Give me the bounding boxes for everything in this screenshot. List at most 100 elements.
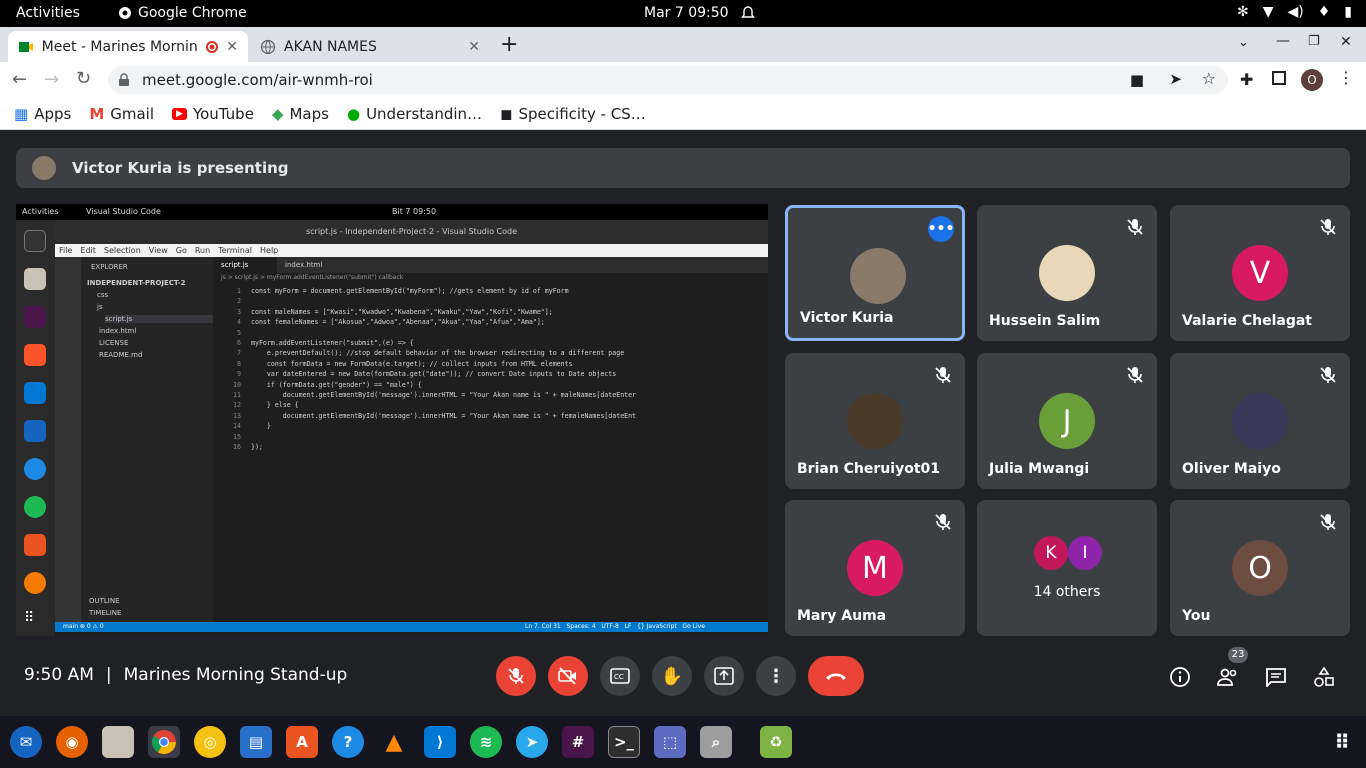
code-line: 13 document.getElementById('message').in…	[233, 411, 637, 420]
bookmark-gmail[interactable]: M Gmail	[89, 105, 154, 123]
forward-icon[interactable]: →	[44, 69, 59, 90]
chat-button[interactable]	[1264, 665, 1288, 689]
others-count: 14 others	[1033, 584, 1101, 600]
thunderbird-icon[interactable]: ✉	[10, 726, 42, 758]
code-line: 3 const maleNames = ["Kwasi","Kwadwo","Kw…	[237, 307, 553, 316]
vscode-tabs: script.js index.html	[213, 257, 768, 273]
vscode-taskbar-icon[interactable]: ⟩	[424, 726, 456, 758]
others-tile[interactable]: K I 14 others	[977, 500, 1157, 636]
tab-akan-names[interactable]: AKAN NAMES ✕	[250, 31, 490, 62]
system-clock[interactable]: Mar 7 09:50	[644, 5, 729, 21]
menu-kebab-icon[interactable]: ⋮	[1338, 68, 1354, 87]
tab-search-icon[interactable]: ⌄	[1238, 35, 1249, 50]
bookmark-maps[interactable]: ◆ Maps	[272, 105, 329, 123]
slack-taskbar-icon[interactable]: #	[562, 726, 594, 758]
site-favicon-icon: ◼	[500, 104, 513, 123]
side-panel-icon[interactable]	[1272, 71, 1286, 85]
address-bar[interactable]: meet.google.com/air-wnmh-roi ■ ➤ ☆	[108, 66, 1228, 94]
code-line: 14 }	[233, 422, 271, 431]
slack-icon	[24, 306, 46, 328]
terminal-taskbar-icon[interactable]: >_	[608, 726, 640, 758]
camera-toggle-button[interactable]	[548, 656, 588, 696]
participant-avatar: O	[1232, 540, 1288, 596]
bookmark-youtube[interactable]: ▶ YouTube	[172, 105, 254, 123]
captions-icon: CC	[610, 668, 630, 684]
code-line: 5	[237, 328, 241, 337]
meeting-details-button[interactable]	[1168, 665, 1192, 689]
screenshot-icon[interactable]: ⬚	[654, 726, 686, 758]
extensions-icon[interactable]: ✚	[1240, 70, 1253, 89]
spotify-taskbar-icon[interactable]: ≋	[470, 726, 502, 758]
participant-tile[interactable]: Oliver Maiyo	[1170, 353, 1350, 489]
profile-avatar[interactable]: O	[1301, 69, 1323, 91]
send-icon[interactable]: ➤	[1169, 70, 1182, 88]
hang-up-icon	[826, 673, 846, 680]
notification-bell-icon	[741, 6, 755, 18]
trash-icon[interactable]: ♻	[760, 726, 792, 758]
other-avatar: K	[1034, 536, 1068, 570]
restore-icon[interactable]: ❐	[1308, 34, 1320, 49]
writer-icon[interactable]: ▤	[240, 726, 272, 758]
new-tab-button[interactable]: +	[500, 32, 518, 57]
camera-indicator-icon[interactable]: ■	[1130, 71, 1144, 89]
code-line: 2	[237, 297, 241, 306]
software-center-icon[interactable]: A	[286, 726, 318, 758]
chrome-taskbar-icon[interactable]	[148, 726, 180, 758]
dock-taskbar: ✉ ◉ ◎ ▤ A ? ▲ ⟩ ≋ ➤ # >_ ⬚ ⌕ ♻ ⠿	[0, 716, 1366, 768]
mic-toggle-button[interactable]	[496, 656, 536, 696]
app-grid-icon[interactable]: ⠿	[1326, 726, 1358, 758]
leave-call-button[interactable]	[808, 656, 864, 696]
bookmark-understanding[interactable]: ● Understandin…	[347, 105, 482, 123]
battery-icon: ▮	[1344, 4, 1352, 20]
firefox-icon[interactable]: ◉	[56, 726, 88, 758]
participant-tile[interactable]: Hussein Salim	[977, 205, 1157, 341]
captions-button[interactable]: CC	[600, 656, 640, 696]
tile-options-button[interactable]: •••	[928, 216, 954, 242]
close-window-icon[interactable]: ✕	[1340, 34, 1352, 50]
participant-tile[interactable]: M Mary Auma	[785, 500, 965, 636]
shared-screen[interactable]: Activities Visual Studio Code Bit 7 09:5…	[16, 204, 768, 636]
terminal-icon	[24, 230, 46, 252]
vlc-icon[interactable]: ▲	[378, 726, 410, 758]
bookmark-apps[interactable]: ▦ Apps	[14, 105, 71, 123]
shared-activities: Activities	[22, 207, 59, 216]
help-icon[interactable]: ?	[332, 726, 364, 758]
close-tab-icon[interactable]: ✕	[468, 39, 480, 55]
system-tray[interactable]: ✻ ▼ ◀) ♦ ▮	[1237, 4, 1352, 20]
participant-avatar: V	[1232, 245, 1288, 301]
raise-hand-button[interactable]: ✋	[652, 656, 692, 696]
tab-meet[interactable]: Meet - Marines Mornin ✕	[8, 31, 248, 62]
more-options-button[interactable]: ⋮	[756, 656, 796, 696]
rhythmbox-icon[interactable]: ◎	[194, 726, 226, 758]
files-icon[interactable]	[102, 726, 134, 758]
mic-muted-icon	[1127, 219, 1143, 235]
participant-avatar: J	[1039, 393, 1095, 449]
minimize-icon[interactable]: —	[1276, 33, 1290, 49]
postman-icon	[24, 572, 46, 594]
image-viewer-icon[interactable]: ⌕	[700, 726, 732, 758]
bookmark-specificity[interactable]: ◼ Specificity - CS…	[500, 105, 646, 123]
participant-tile[interactable]: J Julia Mwangi	[977, 353, 1157, 489]
tab-title: AKAN NAMES	[284, 38, 377, 55]
bookmark-star-icon[interactable]: ☆	[1202, 69, 1216, 88]
reload-icon[interactable]: ↻	[76, 68, 91, 89]
activities-button[interactable]: Activities	[16, 5, 80, 21]
participant-tile[interactable]: V Valarie Chelagat	[1170, 205, 1350, 341]
app-menu[interactable]: Google Chrome	[118, 5, 247, 21]
telegram-icon[interactable]: ➤	[516, 726, 548, 758]
present-button[interactable]	[704, 656, 744, 696]
close-tab-icon[interactable]: ✕	[226, 39, 238, 55]
participant-tile[interactable]: Victor Kuria •••	[785, 205, 965, 341]
vscode-title: script.js - Independent-Project-2 - Visu…	[55, 220, 768, 244]
meet-call: Victor Kuria is presenting Activities Vi…	[0, 131, 1366, 716]
slack-tray-icon: ✻	[1236, 4, 1249, 20]
meeting-info: 9:50 AM | Marines Morning Stand-up	[24, 665, 347, 685]
people-button[interactable]	[1216, 665, 1240, 689]
activities-button[interactable]	[1312, 665, 1336, 689]
maps-icon: ◆	[271, 104, 284, 123]
back-icon[interactable]: ←	[12, 69, 27, 90]
participant-tile[interactable]: Brian Cheruiyot01	[785, 353, 965, 489]
participant-tile[interactable]: O You	[1170, 500, 1350, 636]
camera-off-icon	[558, 667, 576, 685]
wifi-icon: ▼	[1262, 4, 1274, 20]
